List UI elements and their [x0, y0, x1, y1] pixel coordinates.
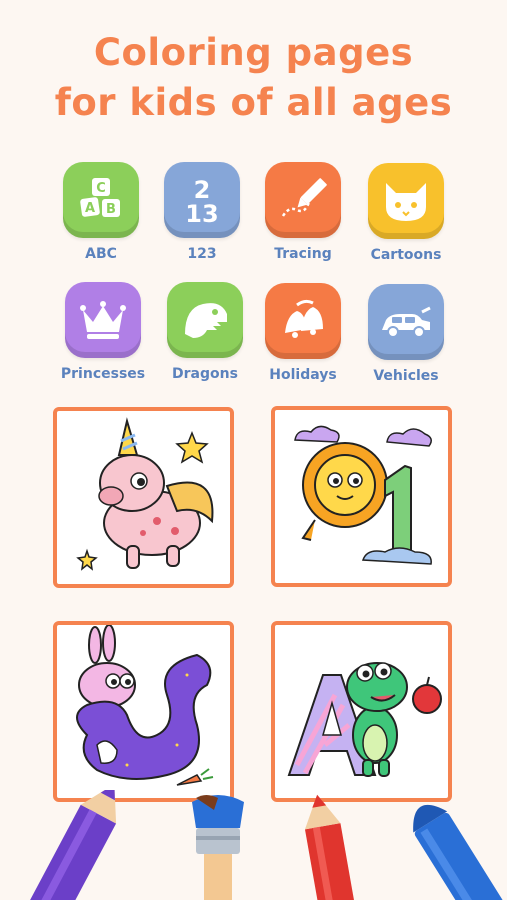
category-label: 123	[187, 246, 217, 262]
category-abc[interactable]: C A B ABC	[51, 162, 151, 262]
svg-text:13: 13	[185, 200, 218, 228]
unicorn-illustration	[76, 417, 214, 571]
cat-face-icon	[368, 163, 444, 239]
category-label: ABC	[85, 246, 117, 262]
page-title: Coloring pages for kids of all ages	[0, 28, 507, 128]
category-label: Cartoons	[370, 247, 442, 263]
title-line-1: Coloring pages	[93, 31, 414, 74]
dinosaur-icon	[167, 282, 243, 358]
category-princesses[interactable]: Princesses	[53, 282, 153, 382]
dragon-letter-a-page[interactable]	[271, 621, 452, 802]
dragon-illustration	[287, 662, 442, 777]
category-label: Tracing	[274, 246, 332, 262]
abc-blocks-icon: C A B	[63, 162, 139, 238]
purple-pencil	[24, 790, 117, 900]
car-icon	[368, 284, 444, 360]
category-label: Vehicles	[373, 368, 439, 384]
category-holidays[interactable]: Holidays	[253, 283, 353, 383]
category-label: Dragons	[172, 366, 238, 382]
svg-text:B: B	[106, 202, 116, 217]
crown-icon	[65, 282, 141, 358]
category-label: Holidays	[269, 367, 337, 383]
category-label: Princesses	[60, 366, 146, 382]
category-tracing[interactable]: Tracing	[253, 162, 353, 262]
numbers-icon: 2 13	[164, 162, 240, 238]
bells-icon	[265, 283, 341, 359]
category-dragons[interactable]: Dragons	[155, 282, 255, 382]
red-pencil	[304, 794, 357, 900]
sun-number-one-page[interactable]	[271, 406, 452, 587]
category-vehicles[interactable]: Vehicles	[356, 284, 456, 384]
category-123[interactable]: 2 13 123	[152, 162, 252, 262]
category-cartoons[interactable]: Cartoons	[356, 163, 456, 263]
sun-illustration	[294, 425, 432, 565]
blue-crayon	[413, 804, 504, 900]
unicorn-coloring-page[interactable]	[53, 407, 234, 588]
svg-text:C: C	[96, 181, 106, 196]
title-line-2: for kids of all ages	[54, 81, 453, 124]
pencil-icon	[265, 162, 341, 238]
svg-text:A: A	[85, 201, 95, 216]
bunny-maze-page[interactable]	[53, 621, 234, 802]
bunny-maze-illustration	[76, 625, 214, 786]
paint-brush	[192, 795, 244, 900]
